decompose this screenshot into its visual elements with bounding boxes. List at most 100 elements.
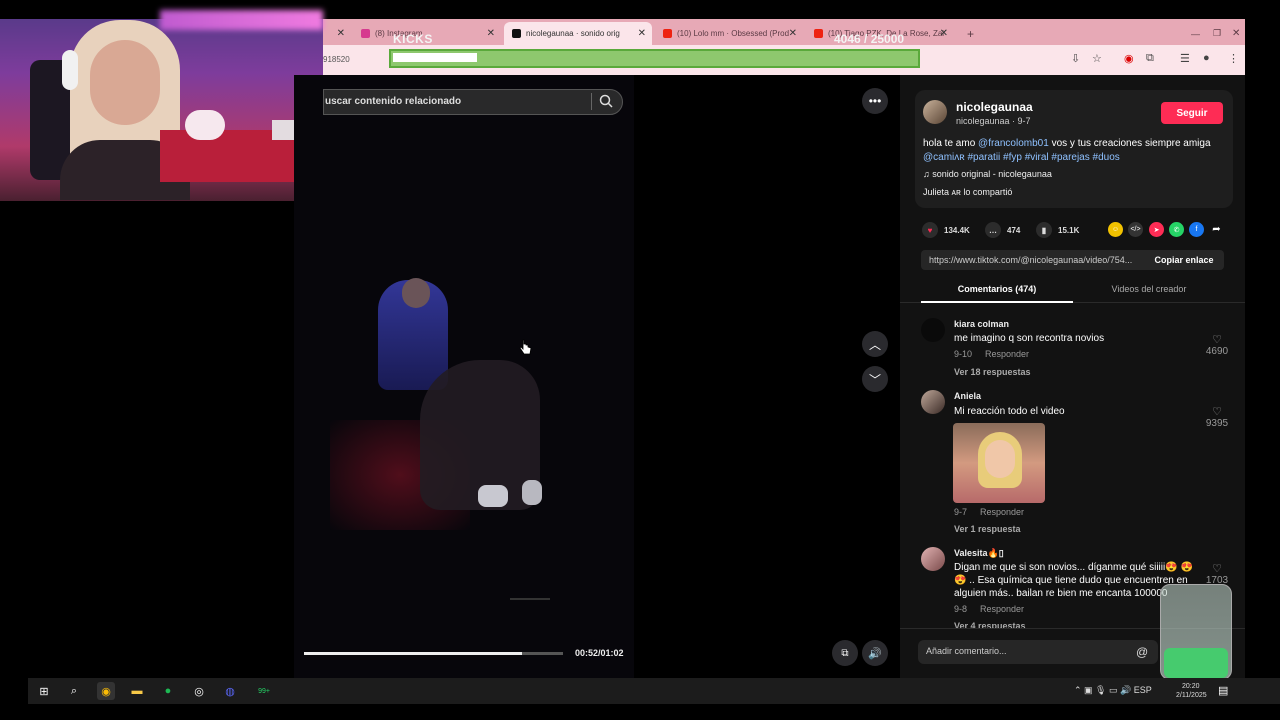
menu-kebab-icon[interactable]: ⋮ <box>1228 52 1239 65</box>
facebook-icon[interactable]: f <box>1189 222 1204 237</box>
volume-button[interactable]: 🔊 <box>862 640 888 666</box>
comment-avatar[interactable] <box>921 390 945 414</box>
file-explorer-icon[interactable]: ▬ <box>128 682 146 700</box>
close-tab-icon[interactable]: ✕ <box>638 28 646 39</box>
tab-partial[interactable]: ✕ <box>323 22 351 45</box>
reply-button[interactable]: Responder <box>985 349 1029 359</box>
comment-author[interactable]: Aniela <box>954 391 981 401</box>
previous-video-button[interactable]: ︿ <box>862 331 888 357</box>
post-link-field[interactable]: https://www.tiktok.com/@nicolegaunaa/vid… <box>921 250 1144 270</box>
heart-icon: ♥ <box>922 222 938 238</box>
creator-username[interactable]: nicolegaunaa <box>956 100 1033 114</box>
goal-counter: 4046 / 25000 <box>834 32 905 46</box>
creator-avatar[interactable] <box>923 100 947 124</box>
spotify-icon[interactable]: ● <box>159 682 177 700</box>
gif-person-face <box>985 440 1015 478</box>
close-tab-icon[interactable]: ✕ <box>789 28 797 39</box>
obs-icon[interactable]: ◎ <box>190 682 208 700</box>
search-icon[interactable]: ⌕ <box>65 682 83 700</box>
view-replies-button[interactable]: Ver 18 respuestas <box>954 367 1031 377</box>
kicks-overlay-label: KICKS <box>393 32 433 46</box>
video-time: 00:52/01:02 <box>575 648 624 658</box>
whatsapp-icon[interactable]: ✆ <box>1169 222 1184 237</box>
install-icon[interactable]: ⇩ <box>1071 52 1080 65</box>
like-stat[interactable]: ♥ 134.4K <box>922 222 970 238</box>
comment-stat[interactable]: … 474 <box>985 222 1020 238</box>
search-placeholder: uscar contenido relacionado <box>325 96 462 107</box>
comment-avatar[interactable] <box>921 547 945 571</box>
caption-text: vos y tus creaciones siempre amiga <box>1048 138 1211 149</box>
next-video-button[interactable]: ﹀ <box>862 366 888 392</box>
dancer-male-head <box>402 278 430 308</box>
ellipsis-icon: ••• <box>868 94 882 108</box>
caption-hashtags[interactable]: @camiʌʀ #paratii #fyp #viral #parejas #d… <box>923 152 1120 163</box>
comment-date: 9-7 <box>954 507 968 517</box>
system-tray[interactable]: ⌃ ▣ 🎙 ▭ 🔊 ESP <box>1074 685 1152 696</box>
pip-icon: ⧉ <box>841 647 849 659</box>
plush-toy <box>185 110 225 140</box>
share-arrow-icon[interactable]: ➦ <box>1209 222 1224 237</box>
comment-date: 9-10 <box>954 349 973 359</box>
save-stat[interactable]: ▮ 15.1K <box>1036 222 1079 238</box>
close-tab-icon[interactable]: ✕ <box>940 28 948 39</box>
bookmark-star-icon[interactable]: ☆ <box>1092 52 1102 65</box>
tab-label: nicolegaunaa · sonido orig <box>526 29 620 38</box>
comment-like[interactable]: ♡ 9395 <box>1202 405 1232 429</box>
caption-text: hola te amo <box>923 138 979 149</box>
extensions-icon[interactable]: ⧉ <box>1146 52 1154 65</box>
heart-outline-icon: ♡ <box>1212 406 1222 418</box>
shared-by[interactable]: Julieta ᴀʀ lo compartió <box>923 187 1012 197</box>
youtube-icon <box>814 29 823 38</box>
comment-text: me imagino q son recontra novios <box>954 333 1105 344</box>
comment-author[interactable]: kiara colman <box>954 319 1009 329</box>
chrome-icon[interactable]: ◉ <box>97 682 115 700</box>
tab-tiktok[interactable]: nicolegaunaa · sonido orig ✕ <box>504 22 652 45</box>
active-tab-indicator <box>921 301 1073 303</box>
language-indicator[interactable]: ESP <box>1134 685 1152 695</box>
comment-like[interactable]: ♡ 1703 <box>1202 562 1232 586</box>
comment-avatar[interactable] <box>921 318 945 342</box>
url-fragment[interactable]: 918520 <box>323 55 350 64</box>
windows-start-icon[interactable]: ⊞ <box>35 682 53 700</box>
close-tab-icon[interactable]: ✕ <box>487 28 495 39</box>
mention-icon[interactable]: @ <box>1136 645 1148 659</box>
kicks-jar-fill <box>1164 648 1228 678</box>
comment-like[interactable]: ♡ 4690 <box>1202 333 1232 357</box>
reply-button[interactable]: Responder <box>980 507 1024 517</box>
close-window-icon[interactable]: ✕ <box>1224 22 1248 45</box>
tab-creator-videos[interactable]: Videos del creador <box>1073 284 1225 294</box>
reply-button[interactable]: Responder <box>980 604 1024 614</box>
sound-link[interactable]: ♫ sonido original - nicolegaunaa <box>923 169 1052 179</box>
dancer-shoe <box>478 485 508 507</box>
tab-youtube-1[interactable]: (10) Lolo mm · Obsessed (Prod ✕ <box>655 22 803 45</box>
friends-share-icon[interactable]: ☺ <box>1108 222 1123 237</box>
comment-text: Digan me que si son novios... díganme qu… <box>954 562 1193 599</box>
view-replies-button[interactable]: Ver 1 respuesta <box>954 524 1021 534</box>
comment-like-count: 9395 <box>1205 418 1229 429</box>
goal-progress-fill <box>393 53 477 62</box>
playlist-icon[interactable]: ☰ <box>1180 52 1190 65</box>
embed-icon[interactable]: </> <box>1128 222 1143 237</box>
send-icon[interactable]: ➤ <box>1149 222 1164 237</box>
clock-time[interactable]: 20:20 <box>1182 683 1200 690</box>
new-tab-button[interactable]: + <box>959 22 975 45</box>
copy-link-button[interactable]: Copiar enlace <box>1144 250 1224 270</box>
more-options-button[interactable]: ••• <box>862 88 888 114</box>
discord-icon[interactable]: ◍ <box>221 682 239 700</box>
notifications-icon[interactable]: ▤ <box>1218 684 1228 697</box>
pip-button[interactable]: ⧉ <box>832 640 858 666</box>
opera-icon[interactable]: ◉ <box>1124 52 1134 65</box>
chevron-down-icon: ﹀ <box>868 372 881 387</box>
add-comment-input[interactable]: Añadir comentario... <box>918 640 1158 664</box>
clock-date[interactable]: 2/11/2025 <box>1176 692 1207 699</box>
search-icon[interactable] <box>598 93 614 109</box>
whatsapp-taskbar-icon[interactable]: 99+ <box>252 682 276 700</box>
comment-author[interactable]: Valesita🔥▯ <box>954 548 1004 559</box>
streamer-face <box>90 40 160 125</box>
close-tab-icon[interactable]: ✕ <box>337 28 345 39</box>
profile-avatar[interactable]: ● <box>1203 52 1210 64</box>
caption-mention[interactable]: @francolomb01 <box>978 138 1049 149</box>
tab-comments[interactable]: Comentarios (474) <box>921 284 1073 294</box>
follow-button[interactable]: Seguir <box>1161 102 1223 124</box>
view-replies-button[interactable]: Ver 4 respuestas <box>954 621 1026 628</box>
